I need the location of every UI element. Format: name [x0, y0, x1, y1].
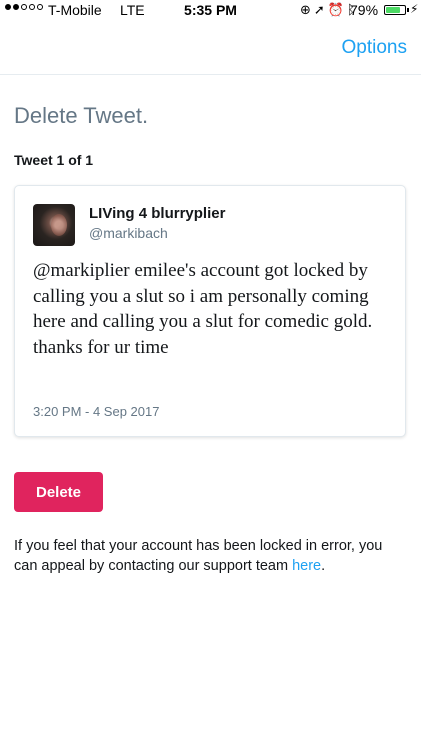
tweet-handle: @markibach [89, 225, 168, 241]
appeal-end: . [321, 558, 326, 574]
delete-button[interactable]: Delete [14, 472, 103, 512]
location-arrow-icon: ➚ [313, 2, 328, 17]
alarm-icon: ⏰ [327, 2, 347, 17]
tweet-display-name: LIVing 4 blurryplier [89, 205, 226, 222]
avatar [33, 204, 75, 246]
battery-icon [384, 5, 406, 15]
appeal-link[interactable]: here [292, 558, 321, 574]
appeal-text: If you feel that your account has been l… [14, 538, 383, 574]
tweet-timestamp: 3:20 PM - 4 Sep 2017 [33, 404, 160, 419]
navigation-bar: Options [0, 22, 421, 75]
status-bar: T-Mobile LTE 5:35 PM ⊕➚⏰ᛒ 79% ⚡ [0, 0, 421, 22]
tweet-card: LIVing 4 blurryplier @markibach @markipl… [14, 185, 406, 437]
page-title: Delete Tweet. [14, 103, 149, 128]
options-button[interactable]: Options [342, 37, 407, 59]
charging-icon: ⚡ [410, 2, 419, 16]
battery-percentage: 79% [350, 2, 379, 18]
tweet-count: Tweet 1 of 1 [14, 152, 94, 168]
appeal-message: If you feel that your account has been l… [14, 536, 409, 576]
lock-rotation-icon: ⊕ [300, 2, 314, 17]
tweet-text: @markiplier emilee's account got locked … [33, 260, 373, 358]
